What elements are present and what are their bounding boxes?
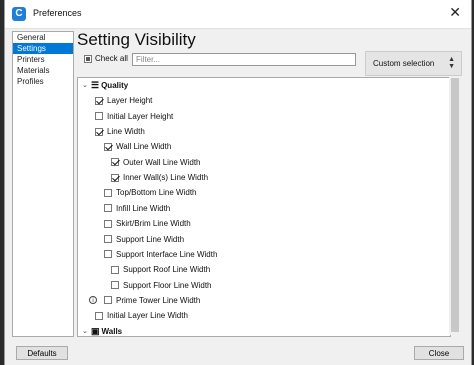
- setting-checkbox[interactable]: [111, 158, 119, 167]
- sidebar-item-general[interactable]: General: [13, 32, 73, 43]
- category-label: Walls: [101, 326, 123, 336]
- setting-checkbox[interactable]: [104, 188, 112, 197]
- setting-label: Infill Line Width: [116, 203, 171, 213]
- title-bar: C Preferences ✕: [5, 0, 471, 29]
- setting-label: Outer Wall Line Width: [123, 157, 201, 167]
- page-title: Setting Visibility: [77, 30, 196, 49]
- setting-row[interactable]: Initial Layer Line Width: [78, 308, 450, 323]
- check-all-control[interactable]: Check all: [84, 54, 128, 63]
- scrollbar-thumb[interactable]: [451, 78, 459, 332]
- setting-checkbox[interactable]: [104, 142, 112, 151]
- sidebar-item-settings[interactable]: Settings: [13, 43, 73, 54]
- setting-label: Initial Layer Height: [107, 111, 174, 121]
- setting-label: Support Floor Line Width: [123, 280, 212, 290]
- setting-label: Skirt/Brim Line Width: [116, 219, 191, 229]
- setting-row[interactable]: Infill Line Width: [78, 201, 450, 216]
- setting-label: Support Roof Line Width: [123, 265, 211, 275]
- setting-checkbox[interactable]: [104, 235, 112, 243]
- chevron-down-icon[interactable]: ⌄: [82, 324, 91, 336]
- category-header-quality[interactable]: ⌄ ☰ Quality: [78, 78, 450, 93]
- category-header-walls[interactable]: ⌄ ▣ Walls: [78, 324, 450, 336]
- setting-checkbox[interactable]: [104, 250, 112, 259]
- setting-label: Initial Layer Line Width: [107, 311, 188, 321]
- preset-selected-value: Custom selection: [373, 59, 435, 68]
- setting-row[interactable]: Support Floor Line Width: [78, 278, 450, 293]
- sidebar-item-profiles[interactable]: Profiles: [13, 76, 73, 87]
- close-window-icon[interactable]: ✕: [449, 4, 461, 21]
- preferences-category-list: General Settings Printers Materials Prof…: [12, 31, 74, 337]
- close-button[interactable]: Close: [414, 346, 464, 360]
- setting-label: Inner Wall(s) Line Width: [123, 173, 209, 183]
- setting-row[interactable]: Wall Line Width: [78, 139, 450, 154]
- info-icon: i: [89, 296, 97, 305]
- walls-icon: ▣: [91, 325, 100, 336]
- setting-checkbox[interactable]: [111, 173, 119, 182]
- setting-checkbox[interactable]: [104, 219, 112, 228]
- quality-icon: ☰: [91, 80, 100, 90]
- setting-row[interactable]: Support Interface Line Width: [78, 247, 450, 262]
- setting-label: Top/Bottom Line Width: [116, 188, 197, 198]
- category-label: Quality: [101, 81, 129, 90]
- settings-scrollbar[interactable]: [449, 77, 461, 335]
- setting-label: Line Width: [107, 127, 145, 137]
- setting-checkbox[interactable]: [104, 296, 112, 305]
- setting-row[interactable]: Skirt/Brim Line Width: [78, 216, 450, 231]
- setting-checkbox[interactable]: [104, 204, 112, 213]
- chevron-down-icon[interactable]: ⌄: [82, 78, 91, 93]
- setting-checkbox[interactable]: [95, 96, 103, 105]
- setting-row[interactable]: Support Line Width: [78, 232, 450, 247]
- cura-app-icon: C: [12, 7, 26, 21]
- setting-label: Support Line Width: [116, 234, 185, 244]
- setting-checkbox[interactable]: [111, 265, 119, 274]
- setting-checkbox[interactable]: [95, 127, 103, 136]
- setting-row[interactable]: Support Roof Line Width: [78, 262, 450, 277]
- settings-list: ⌄ ☰ Quality Layer Height Initial Layer Heigh…: [77, 77, 451, 337]
- setting-row[interactable]: Outer Wall Line Width: [78, 155, 450, 170]
- setting-label: Prime Tower Line Width: [116, 295, 201, 305]
- setting-checkbox[interactable]: [111, 281, 119, 290]
- preferences-window: C Preferences ✕ General Settings Printer…: [4, 0, 472, 365]
- setting-row[interactable]: Line Width: [78, 124, 450, 139]
- defaults-button[interactable]: Defaults: [16, 346, 68, 360]
- check-all-checkbox[interactable]: [84, 54, 92, 63]
- setting-checkbox[interactable]: [95, 311, 103, 320]
- setting-row[interactable]: Layer Height: [78, 93, 450, 108]
- up-down-arrows-icon: ▲ ▼: [448, 56, 455, 70]
- visibility-preset-select[interactable]: Custom selection ▲ ▼: [365, 51, 462, 76]
- sidebar-item-materials[interactable]: Materials: [13, 65, 73, 76]
- setting-label: Support Interface Line Width: [116, 249, 218, 259]
- setting-label: Wall Line Width: [116, 142, 172, 152]
- window-title: Preferences: [33, 8, 82, 18]
- setting-row[interactable]: i Prime Tower Line Width: [78, 293, 450, 308]
- sidebar-item-printers[interactable]: Printers: [13, 54, 73, 65]
- setting-label: Layer Height: [107, 96, 153, 106]
- check-all-label: Check all: [95, 54, 128, 63]
- setting-checkbox[interactable]: [95, 112, 103, 121]
- setting-row[interactable]: Initial Layer Height: [78, 109, 450, 124]
- setting-row[interactable]: Inner Wall(s) Line Width: [78, 170, 450, 185]
- setting-row[interactable]: Top/Bottom Line Width: [78, 185, 450, 200]
- filter-input[interactable]: [132, 53, 356, 66]
